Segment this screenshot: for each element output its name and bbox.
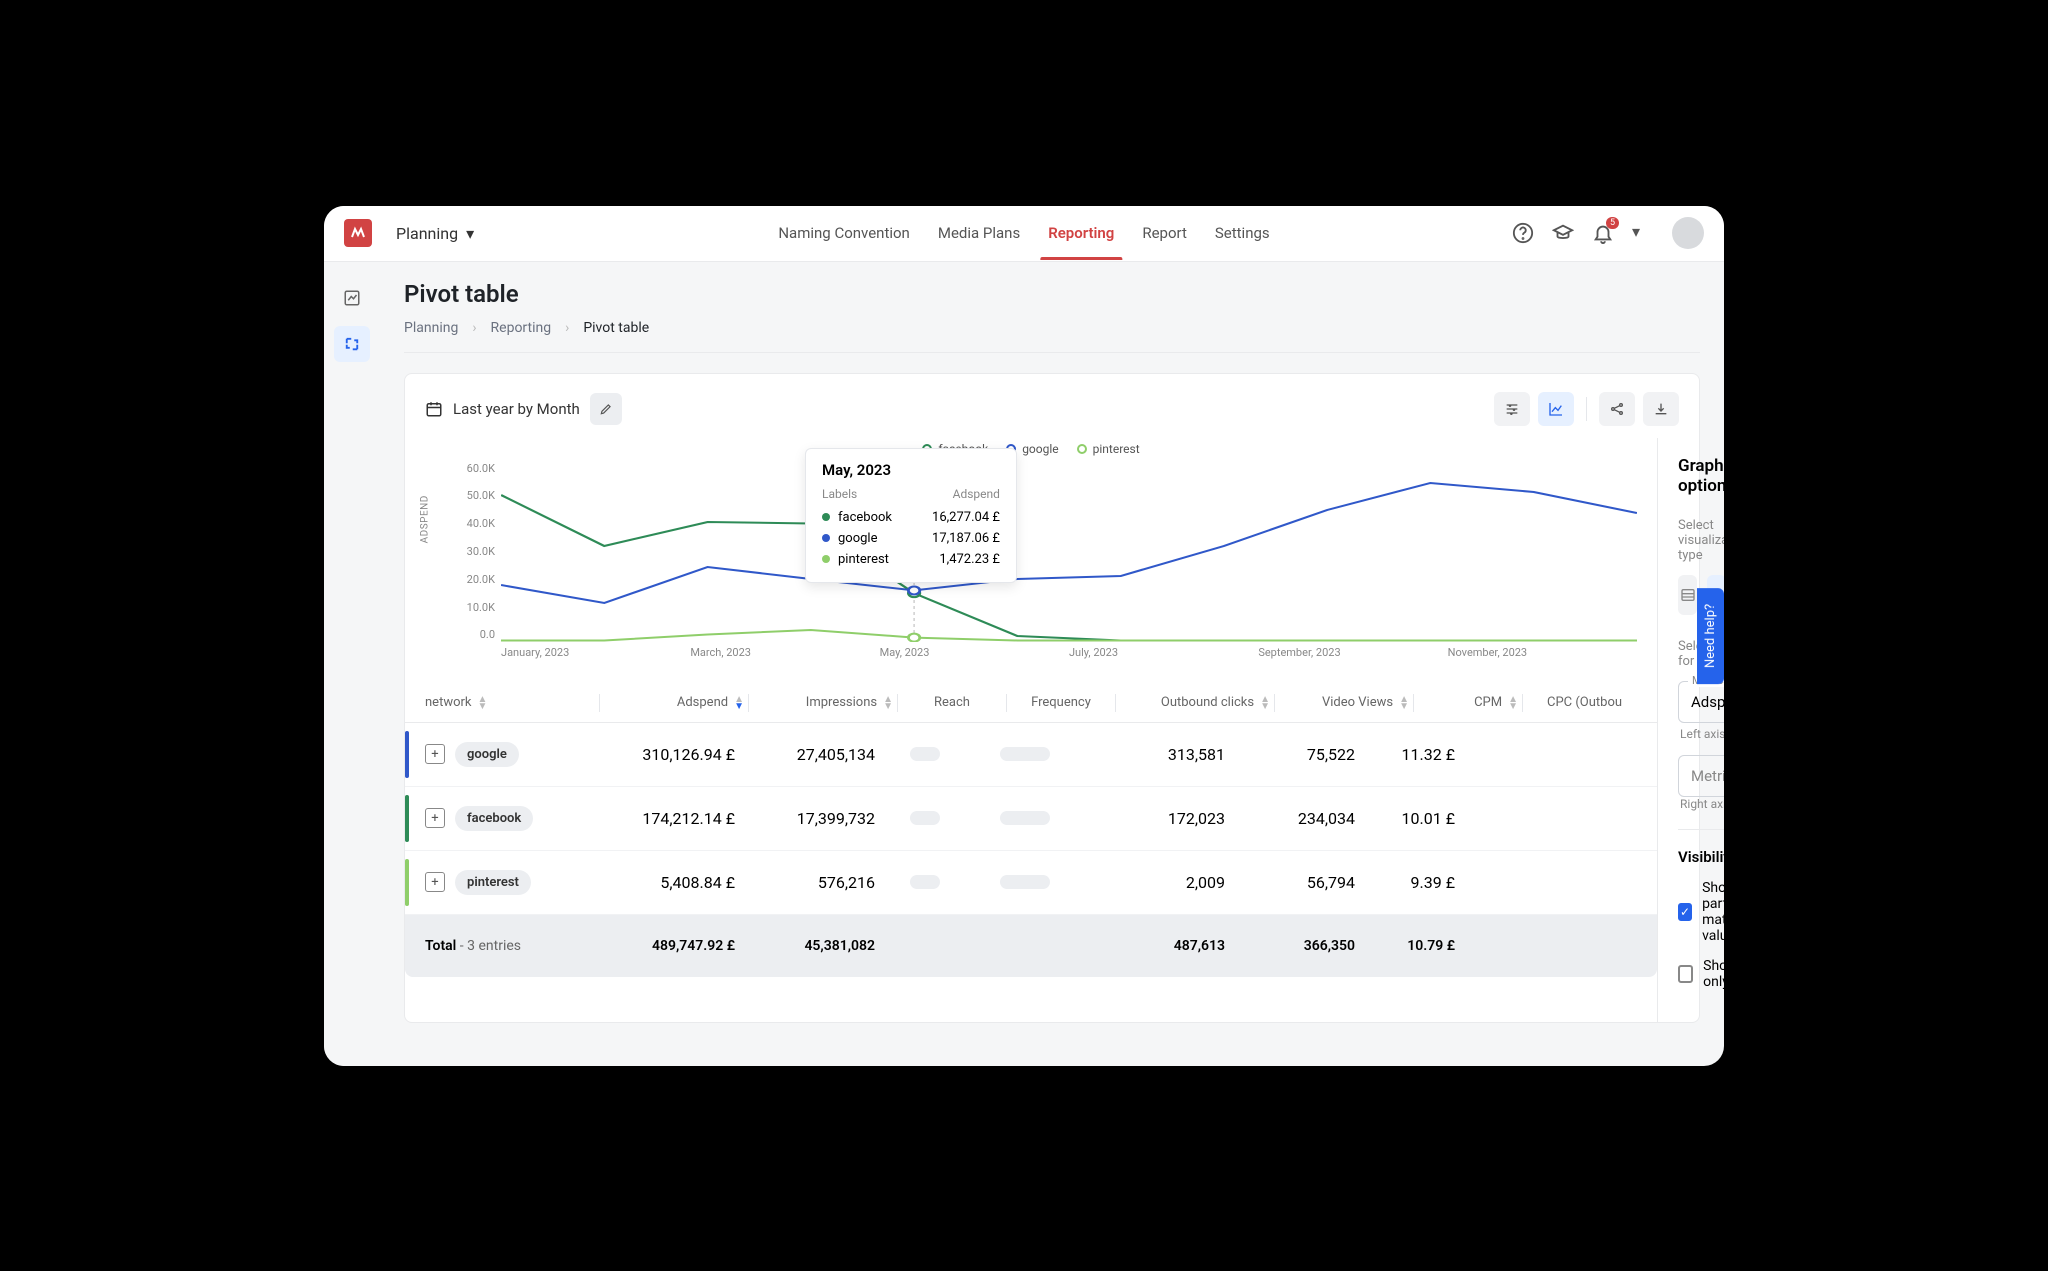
logo bbox=[344, 219, 372, 247]
chevron-right-icon: › bbox=[565, 320, 569, 336]
app-dropdown-label: Planning bbox=[396, 224, 458, 243]
column-header-adspend[interactable]: Adspend▲▼ bbox=[604, 695, 744, 710]
viz-table-button[interactable] bbox=[1678, 575, 1697, 615]
breadcrumb-item[interactable]: Planning bbox=[404, 320, 458, 336]
expand-button[interactable]: + bbox=[425, 808, 445, 828]
notification-badge: 5 bbox=[1606, 217, 1619, 229]
column-header-cpm[interactable]: CPM▲▼ bbox=[1418, 695, 1518, 710]
network-pill[interactable]: pinterest bbox=[455, 870, 531, 895]
breadcrumb: Planning › Reporting › Pivot table bbox=[404, 320, 1700, 353]
graph-options-panel: Graph options ✕ Select visualization typ… bbox=[1657, 438, 1724, 1022]
filter-button[interactable] bbox=[1494, 392, 1530, 426]
share-button[interactable] bbox=[1599, 392, 1635, 426]
column-header-reach[interactable]: Reach bbox=[902, 695, 1002, 710]
tab-reporting[interactable]: Reporting bbox=[1048, 206, 1114, 260]
expand-button[interactable]: + bbox=[425, 872, 445, 892]
avatar[interactable] bbox=[1672, 217, 1704, 249]
breadcrumb-item: Pivot table bbox=[583, 320, 649, 336]
edit-button[interactable] bbox=[590, 393, 622, 425]
table-row: +facebook 174,212.14 £ 17,399,732 172,02… bbox=[405, 787, 1657, 851]
chevron-right-icon: › bbox=[472, 320, 476, 336]
legend-item[interactable]: pinterest bbox=[1077, 442, 1140, 456]
expand-button[interactable]: + bbox=[425, 744, 445, 764]
graph-options-title: Graph options bbox=[1678, 456, 1724, 496]
column-header-cpc[interactable]: CPC (Outbou bbox=[1527, 695, 1637, 710]
table-row: +pinterest 5,408.84 £ 576,216 2,009 56,7… bbox=[405, 851, 1657, 915]
help-tab[interactable]: Need help? bbox=[1697, 587, 1724, 683]
help-icon[interactable] bbox=[1512, 222, 1534, 244]
sidebar-item-chart[interactable] bbox=[334, 280, 370, 316]
app-dropdown[interactable]: Planning ▾ bbox=[396, 224, 474, 243]
column-header-outbound[interactable]: Outbound clicks▲▼ bbox=[1120, 695, 1270, 710]
chart-tooltip: May, 2023 LabelsAdspend facebook16,277.0… bbox=[805, 448, 1017, 583]
chart-toggle-button[interactable] bbox=[1538, 392, 1574, 426]
column-header-impressions[interactable]: Impressions▲▼ bbox=[753, 695, 893, 710]
data-table: network▲▼ Adspend▲▼ Impressions▲▼ Reach … bbox=[405, 680, 1657, 977]
breadcrumb-item[interactable]: Reporting bbox=[491, 320, 552, 336]
download-button[interactable] bbox=[1643, 392, 1679, 426]
date-range-picker[interactable]: Last year by Month bbox=[425, 400, 580, 418]
network-pill[interactable]: google bbox=[455, 742, 519, 767]
sidebar-item-pivot[interactable] bbox=[334, 326, 370, 362]
page-title: Pivot table bbox=[404, 280, 1700, 308]
tab-naming-convention[interactable]: Naming Convention bbox=[778, 206, 910, 260]
tab-media-plans[interactable]: Media Plans bbox=[938, 206, 1020, 260]
chart: facebook google pinterest ADSPEND 60.0K5… bbox=[405, 438, 1657, 680]
total-row: Total - 3 entries 489,747.92 £ 45,381,08… bbox=[405, 915, 1657, 977]
y-axis-label: ADSPEND bbox=[420, 495, 431, 543]
left-axis-metric-select[interactable]: Adspend▾ bbox=[1678, 681, 1724, 723]
column-header-video-views[interactable]: Video Views▲▼ bbox=[1279, 695, 1409, 710]
calendar-icon bbox=[425, 400, 443, 418]
bell-icon[interactable]: 5 bbox=[1592, 222, 1614, 244]
network-pill[interactable]: facebook bbox=[455, 806, 533, 831]
column-header-network[interactable]: network▲▼ bbox=[425, 695, 595, 710]
table-row: +google 310,126.94 £ 27,405,134 313,581 … bbox=[405, 723, 1657, 787]
tab-report[interactable]: Report bbox=[1142, 206, 1187, 260]
chevron-down-icon[interactable]: ▾ bbox=[1632, 222, 1654, 244]
checkbox-totals-only[interactable]: Show totals only bbox=[1678, 958, 1724, 990]
tab-settings[interactable]: Settings bbox=[1215, 206, 1270, 260]
chevron-down-icon: ▾ bbox=[466, 224, 474, 243]
column-header-frequency[interactable]: Frequency bbox=[1011, 695, 1111, 710]
right-axis-metric-select[interactable]: Metrics*▾ bbox=[1678, 755, 1724, 797]
graduation-cap-icon[interactable] bbox=[1552, 222, 1574, 244]
date-range-label: Last year by Month bbox=[453, 400, 580, 418]
checkbox-partial-match[interactable]: ✓Show partially matched valuesi bbox=[1678, 880, 1724, 944]
